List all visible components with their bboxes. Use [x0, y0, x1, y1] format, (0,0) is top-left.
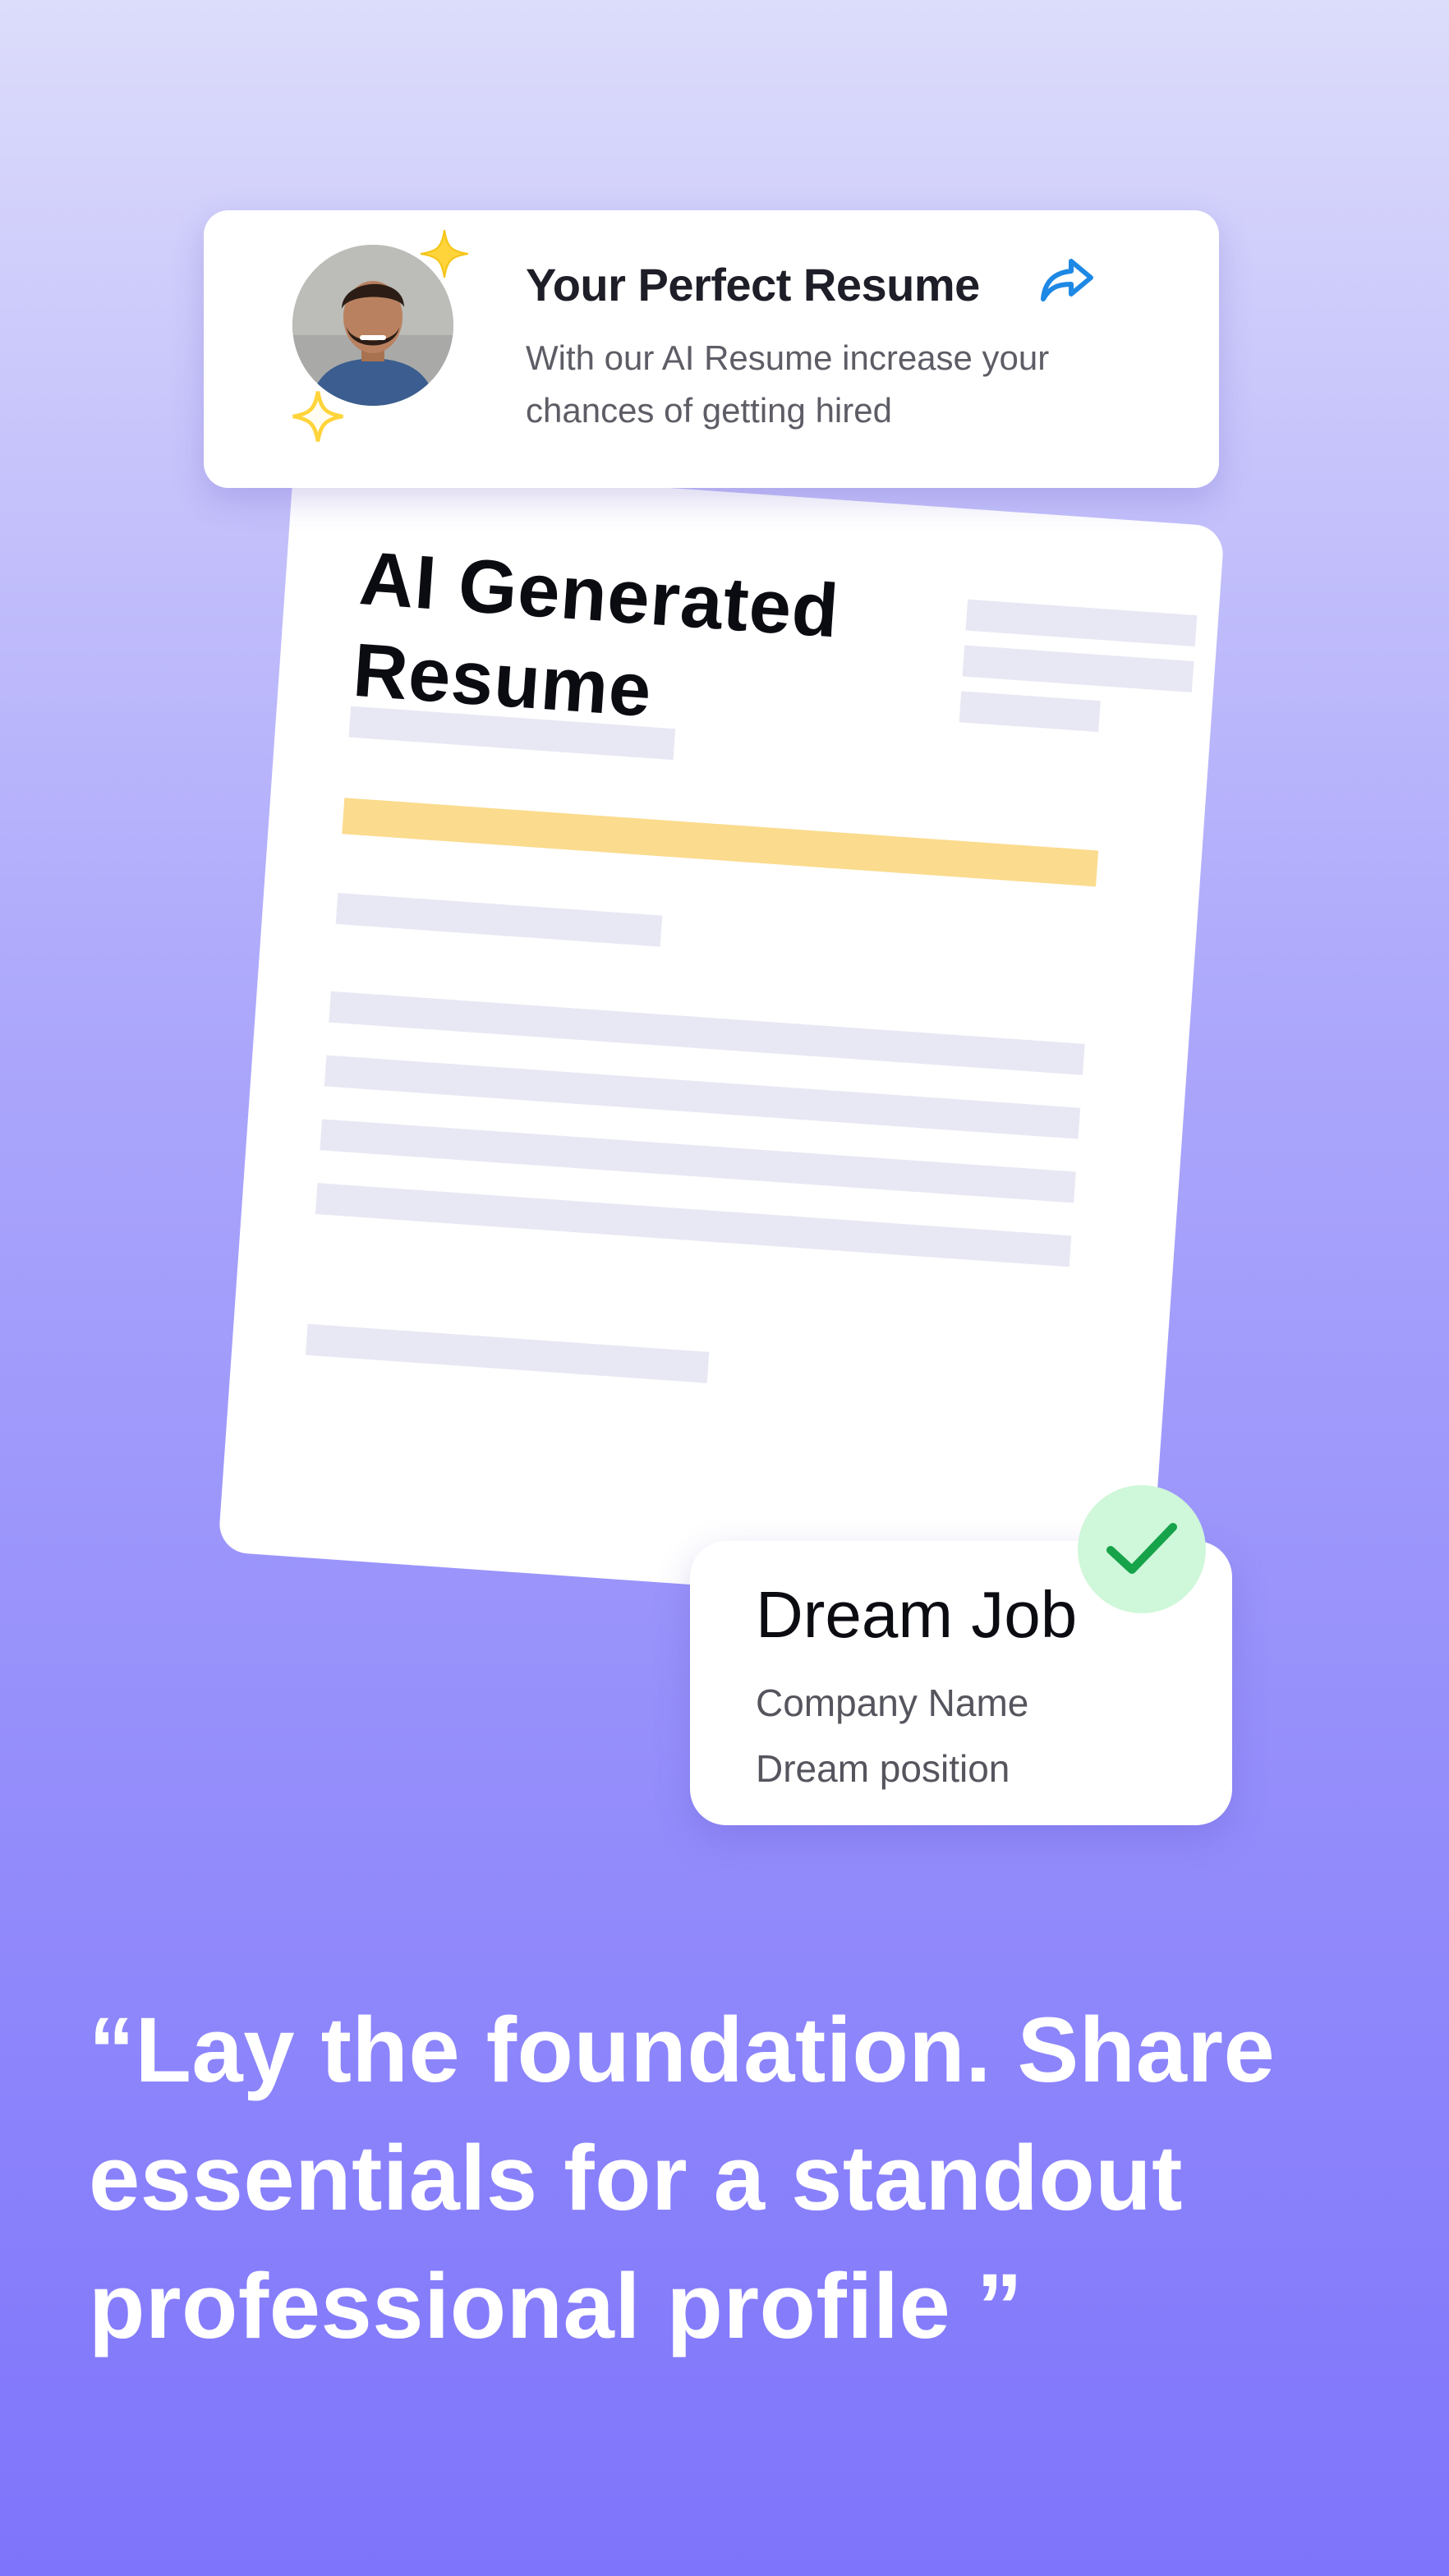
placeholder-line: [965, 599, 1198, 647]
dream-job-title: Dream Job: [756, 1578, 1078, 1651]
resume-document: AI Generated Resume: [217, 461, 1226, 1617]
placeholder-line: [335, 893, 663, 947]
company-name: Company Name: [756, 1681, 1029, 1724]
sparkle-icon: [419, 228, 470, 283]
highlight-line: [342, 798, 1099, 887]
placeholder-line: [305, 1323, 710, 1383]
dream-position: Dream position: [756, 1747, 1010, 1790]
card-title: Your Perfect Resume: [526, 259, 980, 310]
placeholder-line: [962, 645, 1194, 692]
sparkle-icon: [289, 388, 347, 449]
placeholder-line: [315, 1183, 1072, 1267]
check-badge: [1078, 1485, 1206, 1613]
tagline-quote: “Lay the foundation. Share essentials fo…: [89, 1999, 1276, 2358]
placeholder-line: [959, 691, 1101, 733]
checkmark-icon: [1106, 1523, 1177, 1574]
resume-info-card: Your Perfect Resume With our AI Resume i…: [204, 210, 1219, 488]
card-description: With our AI Resume increase your chances…: [526, 338, 1050, 430]
share-icon[interactable]: [1040, 256, 1094, 308]
